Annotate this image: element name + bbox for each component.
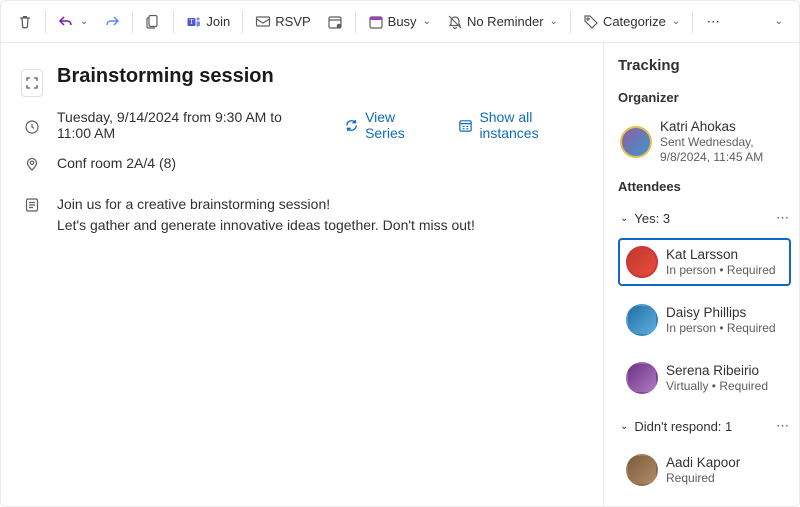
tag-icon — [583, 14, 599, 30]
delete-button[interactable] — [11, 10, 39, 34]
reminder-label: No Reminder — [467, 14, 544, 29]
reminder-dropdown[interactable]: No Reminder ⌄ — [441, 10, 564, 34]
noresponse-count-label: Didn't respond: 1 — [634, 419, 732, 434]
calendar-icon — [327, 14, 343, 30]
reply-button[interactable]: ⌄ — [52, 10, 94, 34]
tracking-panel: Tracking Organizer Katri Ahokas Sent Wed… — [603, 43, 799, 506]
description-icon — [24, 197, 40, 213]
more-icon[interactable]: ⋯ — [776, 418, 789, 434]
forward-button[interactable] — [98, 10, 126, 34]
rsvp-label: RSVP — [275, 14, 310, 29]
attendee-name: Serena Ribeirio — [666, 363, 768, 379]
calendar-extra-button[interactable] — [321, 10, 349, 34]
event-body-line2: Let's gather and generate innovative ide… — [57, 215, 475, 236]
event-time: Tuesday, 9/14/2024 from 9:30 AM to 11:00… — [57, 109, 316, 141]
attendee-status: In person • Required — [666, 321, 776, 336]
attendee-status: Virtually • Required — [666, 379, 768, 394]
collapse-ribbon-button[interactable]: ⌄ — [767, 12, 789, 31]
organizer-person[interactable]: Katri Ahokas Sent Wednesday, 9/8/2024, 1… — [618, 115, 791, 169]
reply-icon — [58, 14, 74, 30]
show-all-label: Show all instances — [479, 109, 583, 141]
join-label: Join — [206, 14, 230, 29]
tracking-heading: Tracking — [618, 57, 791, 74]
chevron-down-icon: ⌄ — [80, 16, 88, 27]
copy-button[interactable] — [139, 10, 167, 34]
more-toolbar-button[interactable]: ⋯ — [699, 10, 727, 34]
attendee-status: Required — [666, 471, 740, 486]
busy-dropdown[interactable]: Busy ⌄ — [362, 10, 437, 34]
avatar — [626, 362, 658, 394]
event-body-line1: Join us for a creative brainstorming ses… — [57, 194, 475, 215]
attendee-card[interactable]: Serena Ribeirio Virtually • Required — [618, 354, 791, 402]
organizer-name: Katri Ahokas — [660, 119, 789, 135]
avatar — [626, 454, 658, 486]
event-title: Brainstorming session — [57, 65, 274, 88]
categorize-button[interactable]: Categorize ⌄ — [577, 10, 686, 34]
attendee-name: Daisy Phillips — [666, 305, 776, 321]
show-all-instances-link[interactable]: Show all instances — [458, 109, 583, 141]
svg-text:T: T — [190, 18, 195, 26]
noresponse-group-header[interactable]: ⌄ Didn't respond: 1 ⋯ — [618, 412, 791, 436]
more-icon[interactable]: ⋯ — [776, 210, 789, 226]
busy-label: Busy — [388, 14, 417, 29]
recurrence-icon — [344, 117, 359, 133]
view-series-label: View Series — [365, 109, 430, 141]
location-icon — [24, 156, 40, 172]
rsvp-icon — [255, 14, 271, 30]
toolbar: ⌄ T Join RSVP — [1, 1, 799, 43]
yes-group-header[interactable]: ⌄ Yes: 3 ⋯ — [618, 204, 791, 228]
event-details: Brainstorming session Tuesday, 9/14/2024… — [1, 43, 603, 506]
attendees-label: Attendees — [618, 179, 791, 194]
categorize-label: Categorize — [603, 14, 666, 29]
attendee-card[interactable]: Daisy Phillips In person • Required — [618, 296, 791, 344]
attendee-name: Kat Larsson — [666, 247, 776, 263]
calendar-list-icon — [458, 117, 473, 133]
more-icon: ⋯ — [705, 14, 721, 30]
join-button[interactable]: T Join — [180, 10, 236, 34]
chevron-down-icon: ⌄ — [620, 213, 628, 224]
event-body: Join us for a creative brainstorming ses… — [57, 194, 475, 236]
bell-off-icon — [447, 14, 463, 30]
forward-icon — [104, 14, 120, 30]
attendee-card[interactable]: Aadi Kapoor Required — [618, 446, 791, 494]
busy-icon — [368, 14, 384, 30]
teams-icon: T — [186, 14, 202, 30]
expand-icon[interactable] — [21, 69, 43, 97]
view-series-link[interactable]: View Series — [344, 109, 430, 141]
yes-count-label: Yes: 3 — [634, 211, 670, 226]
attendee-status: In person • Required — [666, 263, 776, 278]
clock-icon — [24, 119, 40, 135]
avatar — [626, 304, 658, 336]
rsvp-button[interactable]: RSVP — [249, 10, 316, 34]
organizer-label: Organizer — [618, 90, 791, 105]
chevron-down-icon: ⌄ — [775, 16, 783, 27]
organizer-sent: Sent Wednesday, 9/8/2024, 11:45 AM — [660, 135, 789, 165]
attendee-name: Aadi Kapoor — [666, 455, 740, 471]
chevron-down-icon: ⌄ — [672, 16, 680, 27]
event-location: Conf room 2A/4 (8) — [57, 155, 176, 171]
trash-icon — [17, 14, 33, 30]
attendee-card[interactable]: Kat Larsson In person • Required — [618, 238, 791, 286]
copy-icon — [145, 14, 161, 30]
avatar — [626, 246, 658, 278]
avatar — [620, 126, 652, 158]
chevron-down-icon: ⌄ — [620, 421, 628, 432]
chevron-down-icon: ⌄ — [550, 16, 558, 27]
chevron-down-icon: ⌄ — [423, 16, 431, 27]
